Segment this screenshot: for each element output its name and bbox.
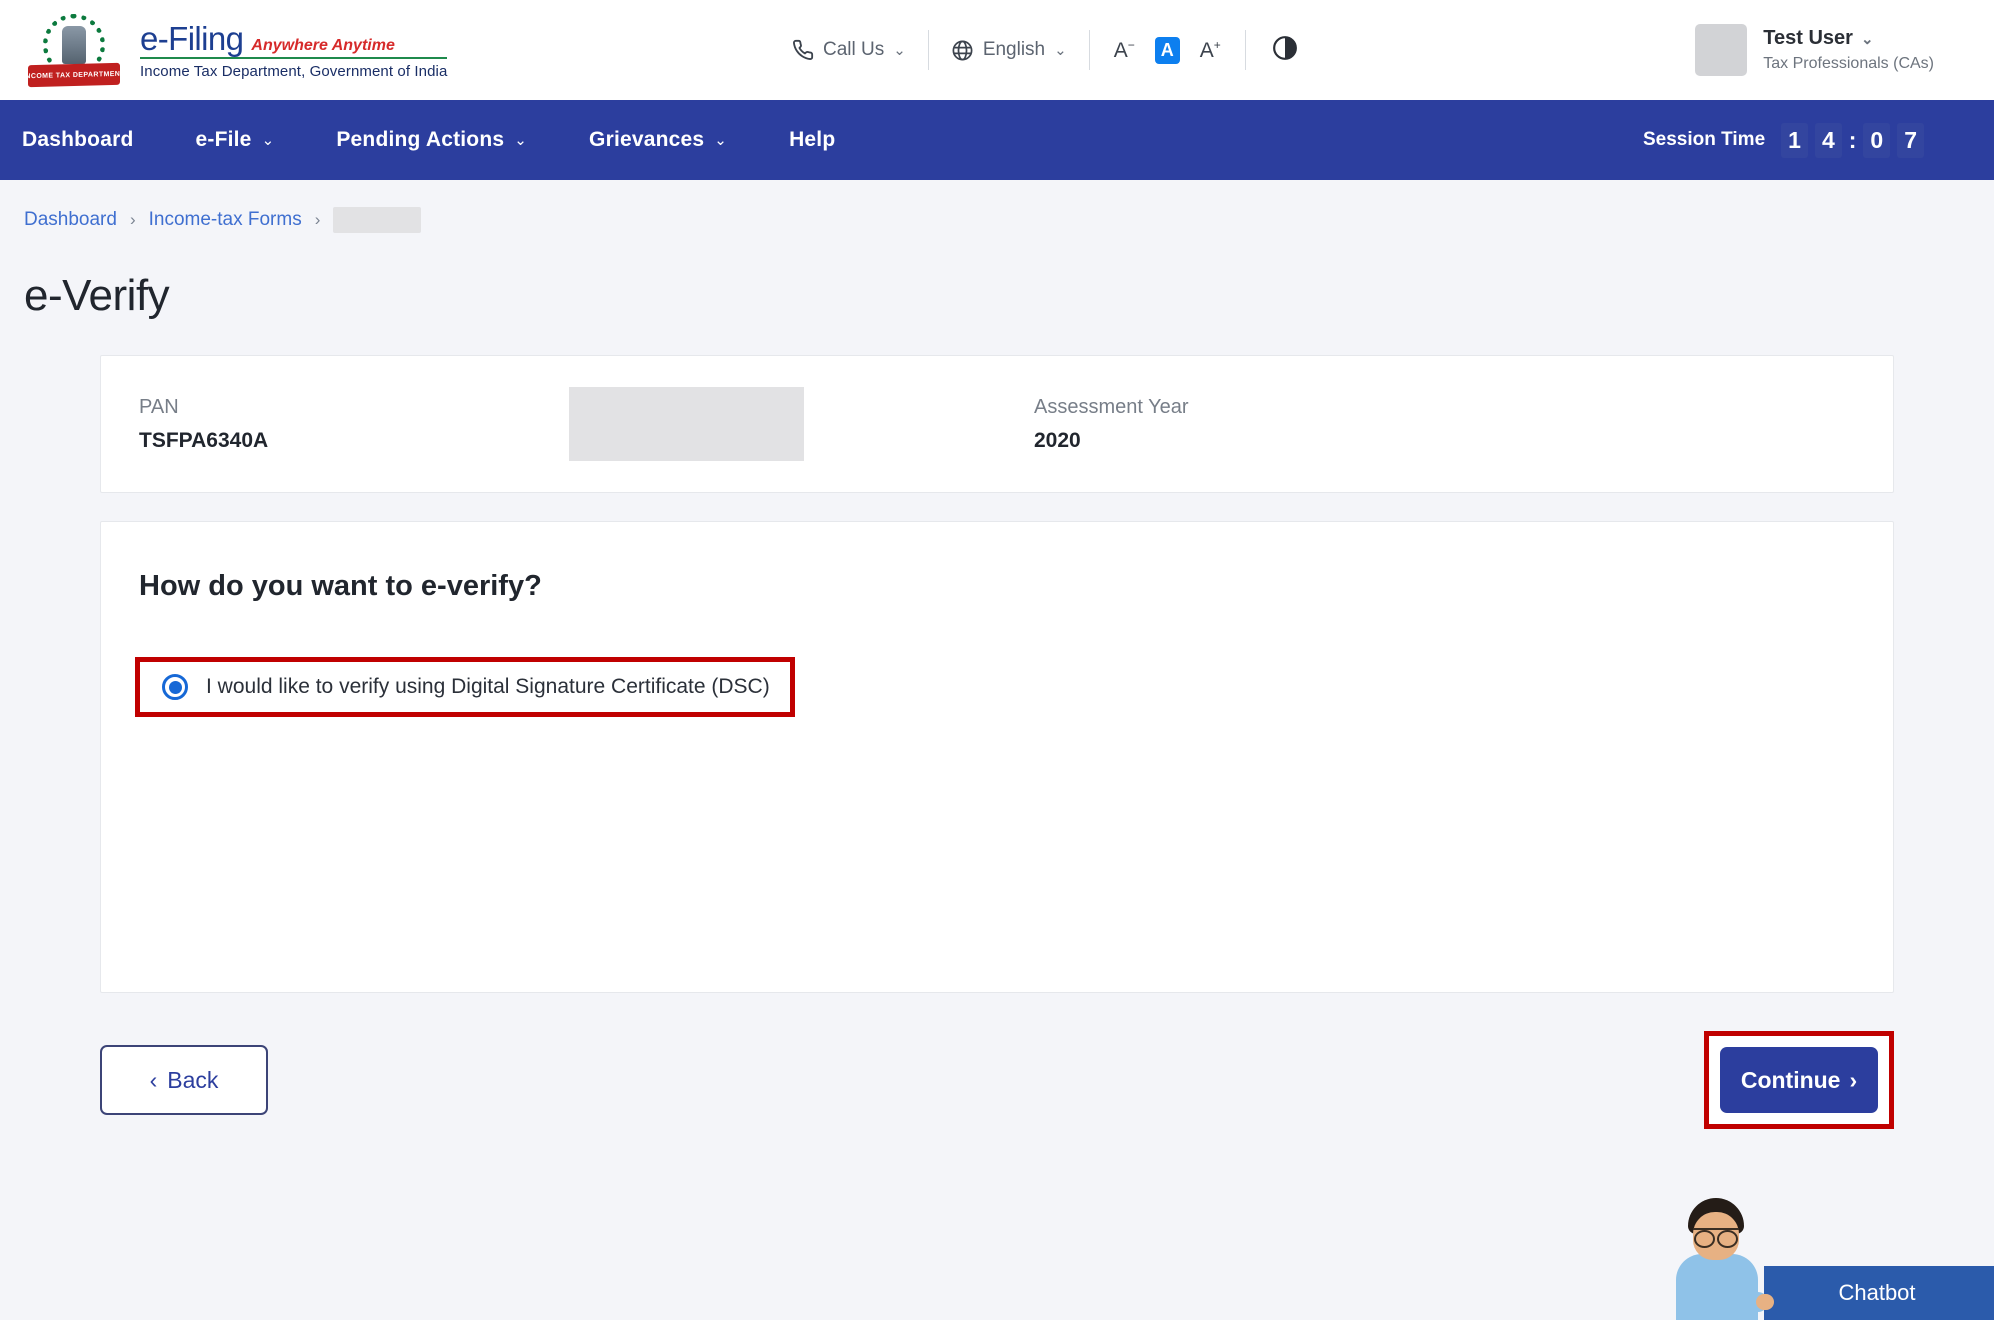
breadcrumb-item-income-tax-forms[interactable]: Income-tax Forms xyxy=(149,209,302,231)
globe-icon xyxy=(951,39,974,62)
back-button-label: Back xyxy=(167,1067,218,1094)
font-increase-label: A xyxy=(1200,39,1214,62)
font-decrease-sup: − xyxy=(1128,38,1135,52)
breadcrumb: Dashboard › Income-tax Forms › xyxy=(0,180,1994,233)
font-decrease-label: A xyxy=(1114,39,1128,62)
site-header: INCOME TAX DEPARTMENT e-Filing Anywhere … xyxy=(0,0,1994,100)
radio-button-dsc[interactable] xyxy=(162,674,188,700)
breadcrumb-item-dashboard[interactable]: Dashboard xyxy=(24,209,117,231)
back-button[interactable]: ‹ Back xyxy=(100,1045,268,1115)
chatbot-label[interactable]: Chatbot xyxy=(1764,1266,1994,1320)
user-role-label: Tax Professionals (CAs) xyxy=(1763,55,1934,73)
nav-item-grievances[interactable]: Grievances ⌄ xyxy=(589,128,727,152)
nav-label: Pending Actions xyxy=(336,128,504,152)
nav-item-dashboard[interactable]: Dashboard xyxy=(22,128,134,152)
pan-field: PAN TSFPA6340A xyxy=(139,396,569,453)
call-us-button[interactable]: Call Us ⌄ xyxy=(770,39,928,61)
chevron-right-icon: › xyxy=(1849,1067,1857,1094)
everify-question: How do you want to e-verify? xyxy=(139,570,1855,603)
phone-icon xyxy=(792,39,814,61)
chevron-left-icon: ‹ xyxy=(150,1067,158,1094)
chevron-down-icon: ⌄ xyxy=(1861,30,1874,48)
session-digit: 0 xyxy=(1863,123,1890,158)
chevron-down-icon: ⌄ xyxy=(262,131,275,149)
form-actions: ‹ Back Continue › xyxy=(100,1031,1894,1129)
assessment-year-field: Assessment Year 2020 xyxy=(1034,396,1189,453)
emblem-ribbon-text: INCOME TAX DEPARTMENT xyxy=(23,70,125,80)
chevron-down-icon: ⌄ xyxy=(1054,41,1067,59)
continue-button-label: Continue xyxy=(1741,1067,1841,1094)
chatbot-widget[interactable]: Chatbot xyxy=(1668,1190,1994,1320)
page-title: e-Verify xyxy=(0,233,1994,321)
chatbot-avatar-icon xyxy=(1668,1190,1764,1320)
main-navigation: Dashboard e-File ⌄ Pending Actions ⌄ Gri… xyxy=(0,100,1994,180)
nav-label: Dashboard xyxy=(22,128,134,152)
assessment-year-value: 2020 xyxy=(1034,429,1189,453)
session-digit: 1 xyxy=(1781,123,1808,158)
continue-button[interactable]: Continue › xyxy=(1720,1047,1878,1113)
dsc-option-highlight: I would like to verify using Digital Sig… xyxy=(135,657,795,717)
font-increase-sup: + xyxy=(1214,38,1221,52)
font-increase-button[interactable]: A+ xyxy=(1200,39,1221,61)
taxpayer-info-card: PAN TSFPA6340A Assessment Year 2020 xyxy=(100,355,1894,493)
nav-label: e-File xyxy=(196,128,252,152)
national-emblem-icon: INCOME TAX DEPARTMENT xyxy=(22,12,126,88)
brand-title: e-Filing xyxy=(140,22,243,55)
contrast-icon xyxy=(1272,35,1298,66)
breadcrumb-item-redacted xyxy=(333,207,421,233)
font-size-controls: A− A A+ xyxy=(1090,37,1245,64)
user-menu[interactable]: Test User ⌄ Tax Professionals (CAs) xyxy=(1695,0,1934,100)
chevron-down-icon: ⌄ xyxy=(893,41,906,59)
font-normal-button[interactable]: A xyxy=(1155,37,1180,64)
session-colon: : xyxy=(1849,127,1857,154)
session-digit: 7 xyxy=(1897,123,1924,158)
brand-subtitle: Income Tax Department, Government of Ind… xyxy=(140,63,447,80)
assessment-year-label: Assessment Year xyxy=(1034,396,1189,419)
header-tools: Call Us ⌄ English ⌄ A− A A+ xyxy=(770,0,1324,100)
everify-option-dsc-label: I would like to verify using Digital Sig… xyxy=(206,675,770,699)
redacted-field xyxy=(569,387,804,461)
continue-button-highlight: Continue › xyxy=(1704,1031,1894,1129)
language-selector[interactable]: English ⌄ xyxy=(929,39,1089,62)
everify-option-dsc[interactable]: I would like to verify using Digital Sig… xyxy=(140,662,790,712)
session-timer: Session Time 1 4 : 0 7 xyxy=(1643,100,1924,180)
nav-label: Grievances xyxy=(589,128,704,152)
breadcrumb-separator: › xyxy=(130,210,136,230)
chevron-down-icon: ⌄ xyxy=(714,131,727,149)
contrast-toggle-button[interactable] xyxy=(1246,35,1324,66)
avatar xyxy=(1695,24,1747,76)
nav-item-e-file[interactable]: e-File ⌄ xyxy=(196,128,275,152)
session-timer-label: Session Time xyxy=(1643,129,1765,151)
brand-tagline: Anywhere Anytime xyxy=(251,37,394,55)
call-us-label: Call Us xyxy=(823,39,884,61)
brand-logo[interactable]: INCOME TAX DEPARTMENT e-Filing Anywhere … xyxy=(22,12,447,88)
session-digit: 4 xyxy=(1815,123,1842,158)
chevron-down-icon: ⌄ xyxy=(514,131,527,149)
language-label: English xyxy=(983,39,1045,61)
nav-label: Help xyxy=(789,128,835,152)
font-decrease-button[interactable]: A− xyxy=(1114,39,1135,61)
nav-item-pending-actions[interactable]: Pending Actions ⌄ xyxy=(336,128,527,152)
pan-label: PAN xyxy=(139,396,569,419)
breadcrumb-separator: › xyxy=(315,210,321,230)
nav-item-help[interactable]: Help xyxy=(789,128,835,152)
user-name-label: Test User xyxy=(1763,27,1853,50)
radio-selected-dot xyxy=(169,681,182,694)
pan-value: TSFPA6340A xyxy=(139,429,569,453)
everify-options-card: How do you want to e-verify? I would lik… xyxy=(100,521,1894,993)
